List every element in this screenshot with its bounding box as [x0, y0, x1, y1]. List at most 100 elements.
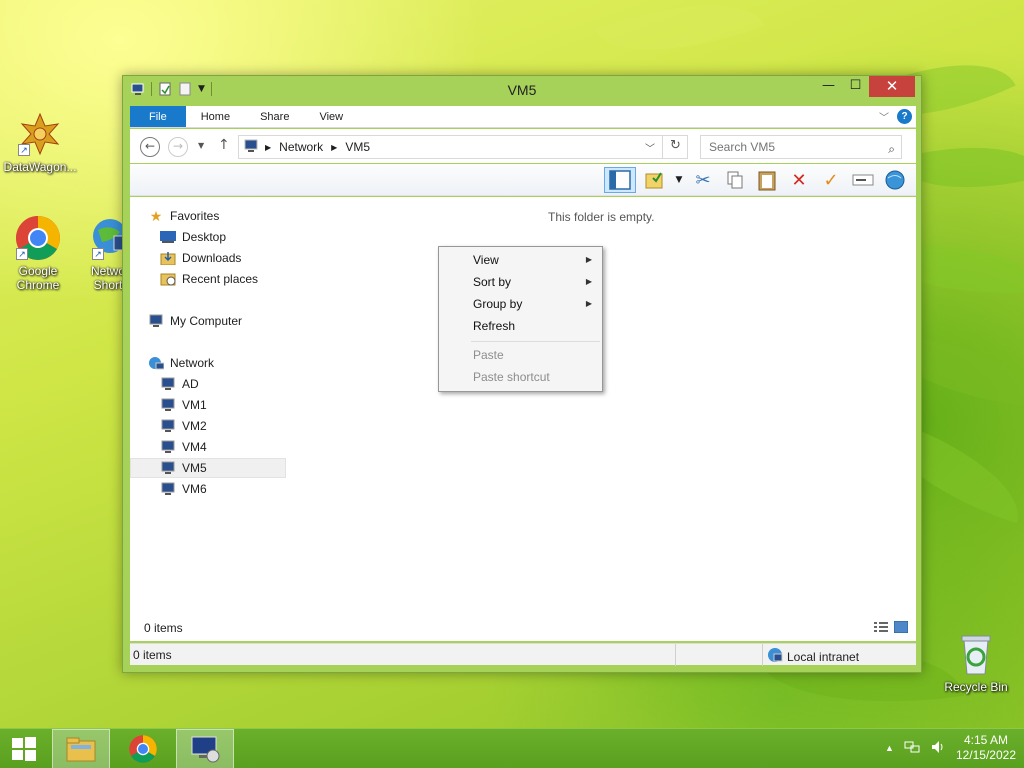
desktop-icon-google-chrome[interactable]: ↗ Google Chrome: [0, 214, 78, 292]
computer-icon: [160, 398, 176, 412]
tab-home[interactable]: Home: [186, 106, 245, 127]
desktop-icon-network-shortcut[interactable]: ↗ Netwo Short: [70, 214, 126, 292]
up-arrow-icon[interactable]: ↑: [218, 137, 230, 153]
computer-icon: [160, 440, 176, 454]
wallpaper-leaf: [595, 0, 765, 81]
desktop-icon-label: DataWagon...: [3, 160, 77, 174]
remote-desktop-icon: [191, 736, 220, 763]
search-box[interactable]: ⌕: [700, 135, 902, 159]
menu-item-group-by[interactable]: Group by ▶: [441, 293, 600, 315]
forward-button[interactable]: →: [168, 137, 188, 157]
tab-file[interactable]: File: [130, 106, 186, 127]
paste-icon[interactable]: [754, 167, 780, 193]
tab-view[interactable]: View: [304, 106, 358, 127]
ribbon-tabs: File Home Share View ﹀ ?: [130, 106, 916, 128]
refresh-button[interactable]: ↻: [662, 135, 688, 159]
close-button[interactable]: ✕: [869, 76, 915, 97]
ribbon-help-area: ﹀ ?: [879, 106, 916, 127]
view-switcher: [874, 620, 909, 636]
menu-item-sort-by[interactable]: Sort by ▶: [441, 271, 600, 293]
recent-places-icon: [160, 272, 176, 286]
shortcut-arrow-icon: ↗: [92, 248, 104, 260]
nav-desktop[interactable]: Desktop: [130, 227, 286, 247]
item-count: 0 items: [144, 621, 183, 635]
nav-my-computer[interactable]: My Computer: [130, 311, 286, 331]
taskbar-chrome[interactable]: [114, 729, 172, 768]
context-menu: View ▶ Sort by ▶ Group by ▶ Refresh Past…: [438, 246, 603, 392]
nav-network-ad[interactable]: AD: [130, 374, 286, 394]
maximize-button[interactable]: ☐: [842, 76, 869, 97]
menu-item-label: Group by: [473, 297, 523, 311]
menu-item-paste[interactable]: Paste: [441, 344, 600, 366]
computer-icon: [160, 377, 176, 391]
star-icon: ★: [149, 207, 163, 224]
menu-item-paste-shortcut[interactable]: Paste shortcut: [441, 366, 600, 388]
preview-pane-icon[interactable]: [604, 167, 636, 193]
nav-downloads[interactable]: Downloads: [130, 248, 286, 268]
title-bar[interactable]: ▼ VM5 — ☐ ✕: [123, 76, 921, 106]
clock[interactable]: 4:15 AM 12/15/2022: [956, 733, 1016, 763]
empty-folder-message: This folder is empty.: [548, 210, 655, 224]
menu-item-view[interactable]: View ▶: [441, 249, 600, 271]
status-divider: [762, 644, 763, 666]
breadcrumb-separator-icon[interactable]: ▶: [331, 143, 337, 152]
breadcrumb-vm5[interactable]: VM5: [345, 140, 370, 154]
expand-ribbon-icon[interactable]: ﹀: [879, 109, 889, 124]
clock-time: 4:15 AM: [963, 733, 1008, 747]
minimize-button[interactable]: —: [815, 76, 842, 97]
nav-network-vm4[interactable]: VM4: [130, 437, 286, 457]
menu-item-label: Sort by: [473, 275, 512, 289]
menu-item-label: Refresh: [473, 319, 516, 333]
nav-network[interactable]: Network: [130, 353, 286, 373]
address-dropdown-icon[interactable]: ﹀: [645, 140, 655, 155]
breadcrumb-separator-icon[interactable]: ▶: [265, 143, 271, 152]
search-input[interactable]: [709, 136, 869, 158]
nav-label: Favorites: [170, 209, 220, 223]
menu-item-refresh[interactable]: Refresh: [441, 315, 600, 337]
nav-favorites[interactable]: ★ Favorites: [130, 206, 286, 226]
desktop-icon-label: Google Chrome: [16, 264, 60, 292]
network-icon: [148, 356, 164, 370]
address-bar[interactable]: ▶ Network ▶ VM5 ﹀: [238, 135, 688, 159]
network-status-icon[interactable]: [904, 739, 920, 758]
delete-icon[interactable]: ✕: [786, 167, 812, 193]
network-globe-icon: ↗: [90, 214, 126, 262]
recent-locations-icon[interactable]: ▼: [198, 141, 204, 150]
show-hidden-icons-icon[interactable]: ▲: [885, 743, 894, 753]
breadcrumb-network[interactable]: Network: [279, 140, 323, 154]
nav-label: VM1: [182, 398, 207, 412]
rename-icon[interactable]: [850, 167, 876, 193]
window-controls: — ☐ ✕: [815, 76, 915, 97]
nav-recent-places[interactable]: Recent places: [130, 269, 286, 289]
nav-label: VM5: [182, 461, 207, 475]
desktop-icon-label: Recycle Bin: [944, 680, 1008, 694]
taskbar-file-explorer[interactable]: [52, 729, 110, 768]
downloads-icon: [160, 251, 176, 265]
desktop-icon: [160, 230, 176, 244]
nav-network-vm1[interactable]: VM1: [130, 395, 286, 415]
tab-share[interactable]: Share: [245, 106, 304, 127]
search-icon[interactable]: ⌕: [888, 138, 895, 160]
address-row: ← → ▼ ↑ ▶ Network ▶ VM5 ﹀ ↻ ⌕: [130, 129, 916, 163]
details-view-icon[interactable]: [874, 621, 888, 636]
nav-label: Downloads: [182, 251, 242, 265]
start-button[interactable]: [0, 729, 48, 768]
taskbar-remote-desktop[interactable]: [176, 729, 234, 768]
menu-separator: [471, 341, 600, 342]
copy-icon[interactable]: [722, 167, 748, 193]
nav-label: AD: [182, 377, 199, 391]
large-icons-view-icon[interactable]: [893, 620, 909, 636]
nav-network-vm2[interactable]: VM2: [130, 416, 286, 436]
chevron-down-icon[interactable]: ▼: [674, 167, 684, 193]
back-button[interactable]: ←: [140, 137, 160, 157]
nav-network-vm6[interactable]: VM6: [130, 479, 286, 499]
volume-icon[interactable]: [930, 739, 946, 758]
properties-icon[interactable]: [642, 167, 668, 193]
nav-network-vm5[interactable]: VM5: [130, 458, 286, 478]
checkmark-icon[interactable]: ✓: [818, 167, 844, 193]
desktop-icon-datawagon[interactable]: ↗ DataWagon...: [0, 110, 80, 174]
desktop-icon-recycle-bin[interactable]: Recycle Bin: [936, 630, 1016, 694]
help-button[interactable]: ?: [897, 109, 912, 124]
cut-icon[interactable]: ✂: [690, 167, 716, 193]
globe-icon[interactable]: [882, 167, 908, 193]
